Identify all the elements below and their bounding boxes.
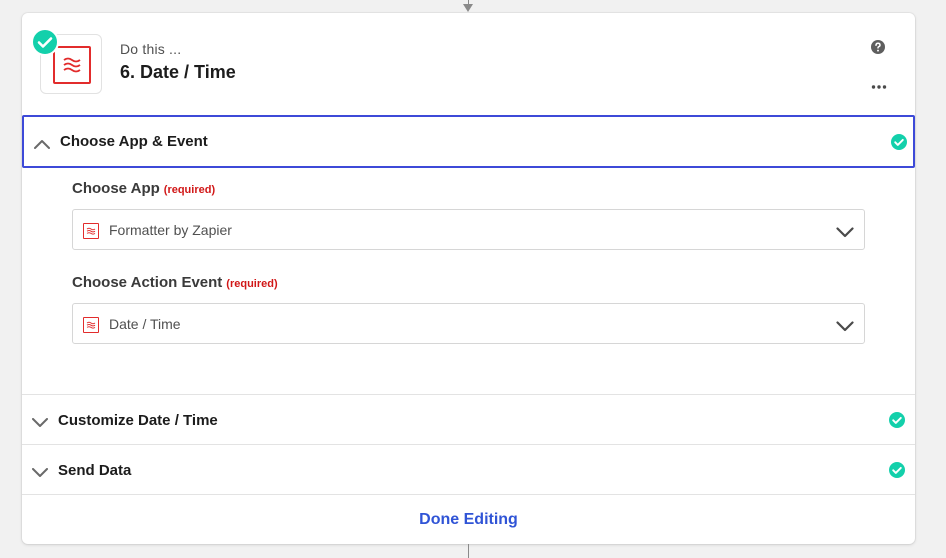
step-header[interactable]: Do this ... 6. Date / Time (22, 13, 915, 115)
arrow-down-icon (463, 4, 473, 12)
choose-app-label-text: Choose App (72, 180, 160, 197)
flow-connector-bottom (468, 544, 469, 558)
formatter-small-icon (83, 223, 99, 239)
choose-action-event-label: Choose Action Event (required) (72, 274, 278, 291)
selected-event-value: Date / Time (109, 316, 181, 332)
chevron-down-icon[interactable] (836, 319, 854, 332)
chevron-up-icon (34, 136, 50, 149)
required-tag: (required) (163, 184, 216, 196)
step-title[interactable]: 6. Date / Time (120, 62, 236, 83)
formatter-small-icon (83, 317, 99, 333)
choose-app-label: Choose App (required) (72, 180, 215, 197)
check-circle-icon (889, 462, 905, 478)
selected-app-value: Formatter by Zapier (109, 222, 232, 238)
section-customize-date-time[interactable]: Customize Date / Time (22, 395, 915, 445)
choose-app-select[interactable]: Formatter by Zapier (72, 209, 865, 250)
section-label: Send Data (58, 462, 132, 479)
formatter-logo-icon (53, 46, 91, 84)
done-editing-button[interactable]: Done Editing (22, 495, 915, 544)
step-subtitle: Do this ... (120, 41, 182, 57)
more-options-icon[interactable] (871, 77, 887, 89)
section-send-data[interactable]: Send Data (22, 445, 915, 495)
choose-action-event-select[interactable]: Date / Time (72, 303, 865, 344)
section-label: Choose App & Event (60, 133, 208, 150)
chevron-down-icon (32, 415, 48, 427)
check-circle-icon (891, 134, 907, 150)
required-tag: (required) (226, 278, 278, 290)
step-complete-check-icon (31, 28, 59, 56)
check-circle-icon (889, 412, 905, 428)
choose-action-event-label-text: Choose Action Event (72, 274, 223, 291)
chevron-down-icon (32, 465, 48, 477)
help-icon[interactable] (871, 40, 885, 54)
section-label: Customize Date / Time (58, 412, 218, 429)
section-choose-app-event[interactable]: Choose App & Event (22, 115, 915, 168)
chevron-down-icon[interactable] (836, 225, 854, 238)
step-card: Do this ... 6. Date / Time Choose App & … (22, 13, 915, 544)
